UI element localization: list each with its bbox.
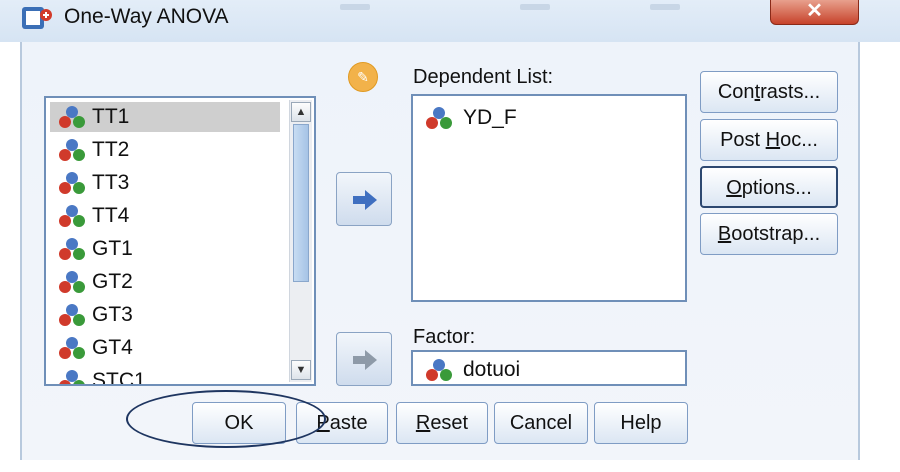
scale-variable-icon [59, 304, 85, 326]
variable-name: STC1 [92, 369, 146, 386]
scale-variable-icon [59, 271, 85, 293]
variable-list-item[interactable]: STC1 [50, 366, 280, 386]
variable-name: TT2 [92, 138, 130, 161]
move-to-dependent-button[interactable] [336, 172, 392, 226]
variable-name: TT3 [92, 171, 130, 194]
variable-name: GT1 [92, 237, 133, 260]
scroll-up-button[interactable]: ▲ [291, 102, 311, 122]
scale-variable-icon [59, 139, 85, 161]
bootstrap-button[interactable]: Bootstrap... [700, 213, 838, 255]
factor-box[interactable]: dotuoi [411, 350, 687, 386]
post-hoc-button[interactable]: Post Hoc... [700, 119, 838, 161]
background-artifact [520, 4, 550, 10]
dependent-list-box[interactable]: YD_F [411, 94, 687, 302]
variable-list-item[interactable]: GT1 [50, 234, 280, 264]
variable-list-item[interactable]: TT2 [50, 135, 280, 165]
variable-list-item[interactable]: TT1 [50, 102, 280, 132]
factor-variable-name: dotuoi [463, 358, 521, 381]
background-artifact [340, 4, 370, 10]
variable-list[interactable]: TT1 TT2 TT3 TT4 GT1 GT2 GT3 GT4 STC1 ▲ ▼ [44, 96, 316, 386]
factor-item[interactable]: dotuoi [423, 358, 520, 382]
annotation-ellipse [126, 390, 326, 448]
arrow-right-icon [353, 350, 377, 370]
scale-variable-icon [426, 359, 452, 381]
scale-variable-icon [59, 205, 85, 227]
dependent-list-item[interactable]: YD_F [423, 106, 517, 130]
background-artifact [650, 4, 680, 10]
options-button[interactable]: Options... [700, 166, 838, 208]
scale-variable-icon [59, 370, 85, 384]
scale-variable-icon [59, 337, 85, 359]
dependent-variable-name: YD_F [463, 106, 517, 129]
tip-icon[interactable]: ✎ [348, 62, 378, 92]
variable-list-scrollbar[interactable]: ▲ ▼ [289, 100, 312, 382]
contrasts-button[interactable]: Contrasts... [700, 71, 838, 113]
variable-list-item[interactable]: TT3 [50, 168, 280, 198]
scroll-down-button[interactable]: ▼ [291, 360, 311, 380]
variable-list-item[interactable]: GT3 [50, 300, 280, 330]
scale-variable-icon [59, 106, 85, 128]
title-bar: One-Way ANOVA ✕ [0, 0, 900, 42]
variable-name: TT1 [92, 105, 130, 128]
scale-variable-icon [426, 107, 452, 129]
help-button[interactable]: Help [594, 402, 688, 444]
variable-list-item[interactable]: GT2 [50, 267, 280, 297]
cancel-button[interactable]: Cancel [494, 402, 588, 444]
variable-list-item[interactable]: TT4 [50, 201, 280, 231]
scale-variable-icon [59, 172, 85, 194]
window-title: One-Way ANOVA [64, 5, 229, 28]
scroll-thumb[interactable] [293, 124, 309, 282]
factor-label: Factor: [413, 326, 476, 348]
variable-name: GT3 [92, 303, 133, 326]
scale-variable-icon [59, 238, 85, 260]
variable-name: GT4 [92, 336, 133, 359]
move-to-factor-button[interactable] [336, 332, 392, 386]
variable-list-item[interactable]: GT4 [50, 333, 280, 363]
variable-name: TT4 [92, 204, 130, 227]
arrow-right-icon [353, 190, 377, 210]
anova-app-icon [22, 7, 52, 29]
close-button[interactable]: ✕ [770, 0, 859, 25]
reset-button[interactable]: Reset [396, 402, 488, 444]
dependent-list-label: Dependent List: [413, 66, 554, 88]
variable-name: GT2 [92, 270, 133, 293]
